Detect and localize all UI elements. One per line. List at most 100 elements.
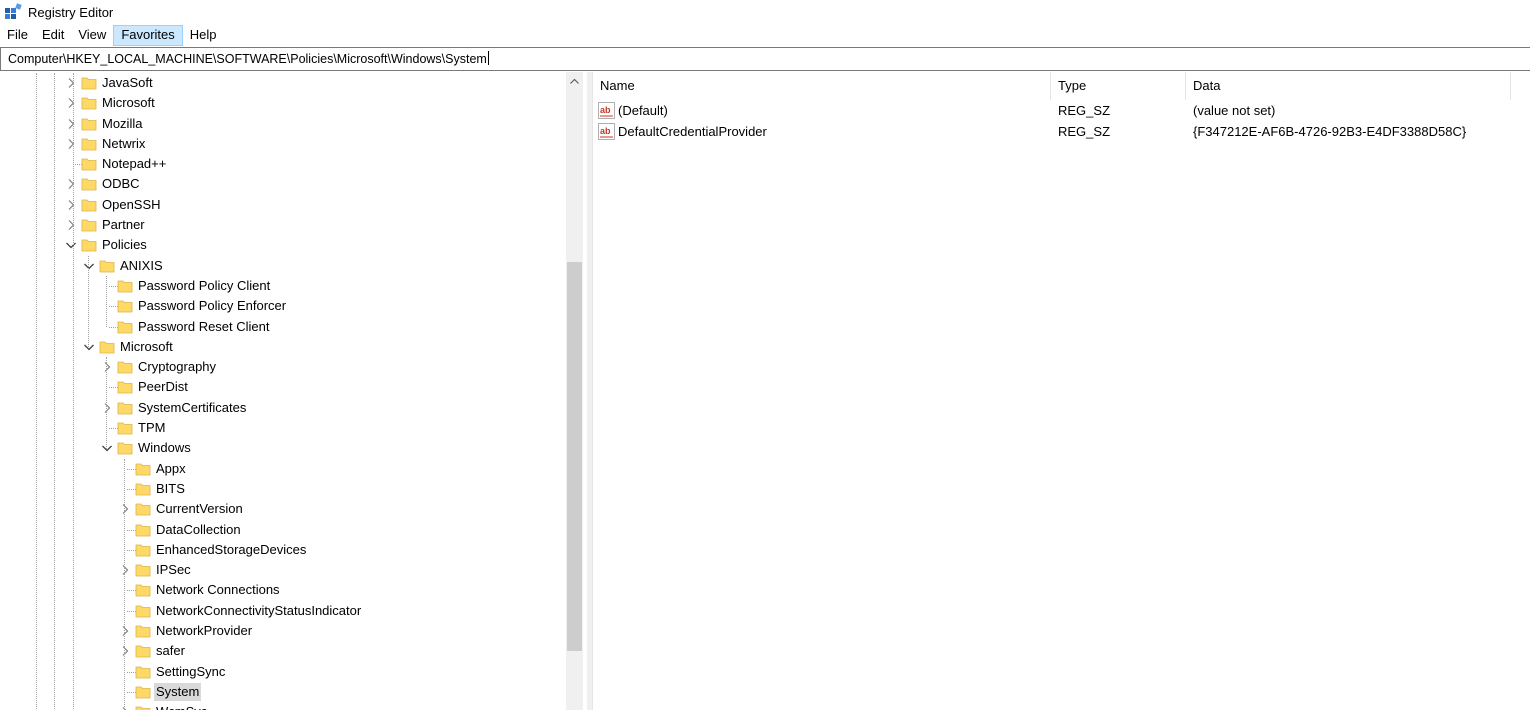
- tree-node-label: Password Policy Client: [138, 277, 271, 293]
- folder-icon: [135, 501, 151, 517]
- tree-guide-line: [106, 276, 107, 327]
- tree-node[interactable]: TPM: [0, 418, 566, 438]
- folder-icon: [135, 582, 151, 598]
- tree-node[interactable]: SettingSync: [0, 662, 566, 682]
- string-value-icon: ab: [598, 123, 615, 140]
- chevron-right-icon[interactable]: [119, 625, 131, 637]
- tree-node[interactable]: CurrentVersion: [0, 499, 566, 519]
- chevron-right-icon[interactable]: [101, 361, 113, 373]
- chevron-right-icon[interactable]: [65, 138, 77, 150]
- chevron-down-icon[interactable]: [65, 239, 77, 251]
- tree-node[interactable]: Appx: [0, 459, 566, 479]
- value-type: REG_SZ: [1058, 124, 1111, 139]
- tree-node-label: DataCollection: [156, 521, 241, 537]
- tree-node[interactable]: Netwrix: [0, 134, 566, 154]
- tree-node[interactable]: EnhancedStorageDevices: [0, 540, 566, 560]
- folder-icon: [81, 156, 97, 172]
- menu-edit[interactable]: Edit: [35, 25, 71, 46]
- chevron-right-icon[interactable]: [119, 564, 131, 576]
- chevron-down-icon[interactable]: [83, 341, 95, 353]
- tree-node[interactable]: Mozilla: [0, 114, 566, 134]
- value-data: (value not set): [1193, 103, 1276, 118]
- tree-node[interactable]: NetworkProvider: [0, 621, 566, 641]
- tree-vertical-scrollbar[interactable]: [566, 72, 583, 710]
- tree-node-label: OpenSSH: [102, 196, 161, 212]
- tree-node-label: WcmSvc: [154, 703, 209, 710]
- key-tree-pane[interactable]: JavaSoft Microsoft Mozilla Netwrix Notepad++…: [0, 72, 587, 710]
- tree-node-label: ODBC: [102, 176, 140, 192]
- tree-node-label: Microsoft: [120, 338, 173, 354]
- value-row[interactable]: ab (Default) REG_SZ (value not set): [593, 100, 1530, 121]
- tree-node[interactable]: Microsoft: [0, 93, 566, 113]
- tree-guide-line: [36, 73, 37, 710]
- chevron-right-icon[interactable]: [101, 402, 113, 414]
- tree-node[interactable]: Network Connections: [0, 580, 566, 600]
- tree-node-label: JavaSoft: [102, 75, 153, 90]
- chevron-right-icon[interactable]: [65, 118, 77, 130]
- values-list-pane[interactable]: Name Type Data ab (Default) REG_SZ (valu…: [593, 72, 1530, 710]
- tree-node[interactable]: Password Reset Client: [0, 317, 566, 337]
- tree-node[interactable]: WcmSvc: [0, 702, 566, 710]
- chevron-right-icon[interactable]: [65, 199, 77, 211]
- folder-icon: [99, 258, 115, 274]
- tree-node[interactable]: SystemCertificates: [0, 398, 566, 418]
- value-row[interactable]: ab DefaultCredentialProvider REG_SZ {F34…: [593, 121, 1530, 142]
- tree-node[interactable]: Partner: [0, 215, 566, 235]
- tree-node-label: Notepad++: [102, 156, 167, 172]
- chevron-right-icon[interactable]: [119, 645, 131, 657]
- scroll-up-arrow-icon[interactable]: [566, 72, 583, 89]
- folder-icon: [117, 359, 133, 375]
- tree-node-label: Partner: [102, 217, 145, 233]
- tree-node[interactable]: safer: [0, 641, 566, 661]
- tree-node-label: IPSec: [156, 562, 191, 578]
- tree-node-label: CurrentVersion: [156, 501, 243, 517]
- tree-node[interactable]: ODBC: [0, 174, 566, 194]
- tree-node-label: Netwrix: [102, 135, 146, 151]
- column-header-data[interactable]: Data: [1186, 72, 1511, 100]
- tree-node[interactable]: NetworkConnectivityStatusIndicator: [0, 601, 566, 621]
- chevron-down-icon[interactable]: [83, 260, 95, 272]
- address-bar[interactable]: Computer\HKEY_LOCAL_MACHINE\SOFTWARE\Pol…: [0, 47, 1530, 71]
- tree-node[interactable]: Cryptography: [0, 357, 566, 377]
- tree-node[interactable]: Microsoft: [0, 337, 566, 357]
- tree-node[interactable]: Password Policy Client: [0, 276, 566, 296]
- key-tree: JavaSoft Microsoft Mozilla Netwrix Notepad++…: [0, 73, 566, 710]
- folder-icon: [99, 339, 115, 355]
- tree-node-label: TPM: [138, 420, 166, 436]
- column-header-type[interactable]: Type: [1051, 72, 1186, 100]
- tree-node[interactable]: Windows: [0, 438, 566, 458]
- chevron-right-icon[interactable]: [119, 706, 131, 710]
- folder-icon: [81, 217, 97, 233]
- tree-node[interactable]: Notepad++: [0, 154, 566, 174]
- tree-node[interactable]: OpenSSH: [0, 195, 566, 215]
- chevron-right-icon[interactable]: [119, 503, 131, 515]
- tree-node[interactable]: BITS: [0, 479, 566, 499]
- chevron-right-icon[interactable]: [65, 178, 77, 190]
- scroll-thumb[interactable]: [567, 262, 582, 651]
- tree-node[interactable]: PeerDist: [0, 377, 566, 397]
- chevron-right-icon[interactable]: [65, 97, 77, 109]
- tree-node[interactable]: DataCollection: [0, 520, 566, 540]
- menu-favorites[interactable]: Favorites: [113, 25, 183, 46]
- chevron-right-icon[interactable]: [65, 77, 77, 89]
- folder-icon: [135, 664, 151, 680]
- tree-node-label: Network Connections: [156, 582, 280, 598]
- tree-node[interactable]: Password Policy Enforcer: [0, 296, 566, 316]
- folder-icon: [117, 440, 133, 456]
- menu-file[interactable]: File: [0, 25, 35, 46]
- chevron-down-icon[interactable]: [101, 442, 113, 454]
- tree-node[interactable]: Policies: [0, 235, 566, 255]
- tree-node[interactable]: JavaSoft: [0, 73, 566, 93]
- folder-icon: [117, 298, 133, 314]
- chevron-right-icon[interactable]: [65, 219, 77, 231]
- folder-icon: [117, 400, 133, 416]
- folder-icon: [81, 75, 97, 91]
- menu-view[interactable]: View: [71, 25, 113, 46]
- column-header-name[interactable]: Name: [593, 72, 1051, 100]
- menu-help[interactable]: Help: [183, 25, 224, 46]
- tree-node[interactable]: System: [0, 682, 566, 702]
- folder-icon: [81, 197, 97, 213]
- tree-node-label: NetworkConnectivityStatusIndicator: [156, 602, 362, 618]
- tree-node[interactable]: IPSec: [0, 560, 566, 580]
- tree-node[interactable]: ANIXIS: [0, 256, 566, 276]
